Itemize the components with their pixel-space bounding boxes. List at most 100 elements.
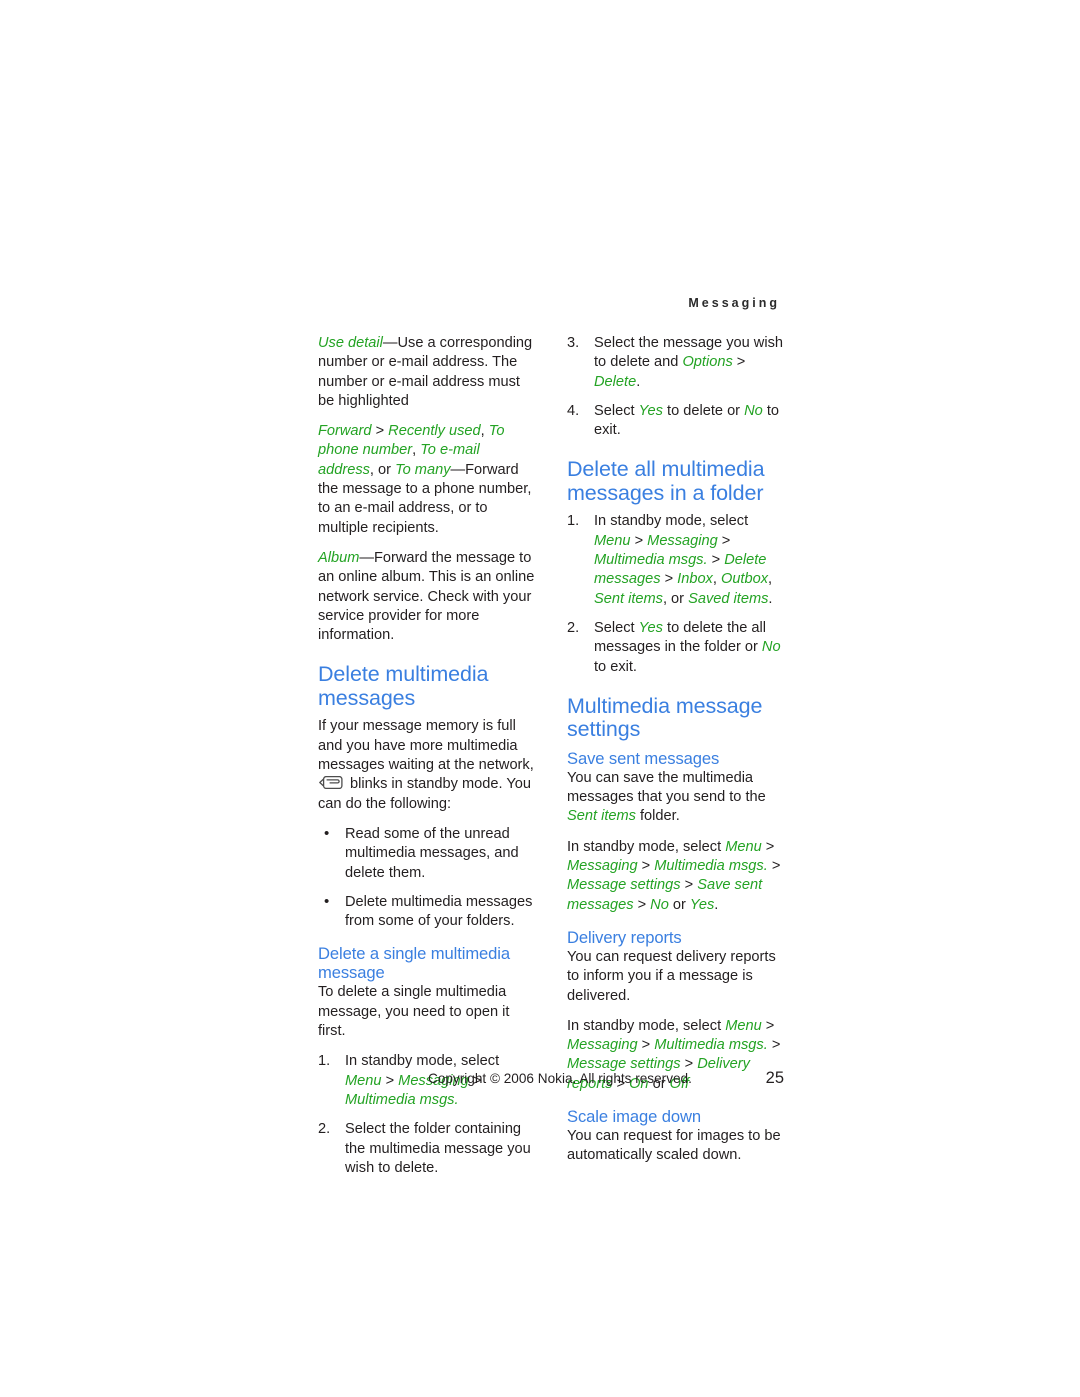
- step-text: Select the folder containing the multime…: [345, 1121, 531, 1176]
- body-text: >: [707, 552, 725, 569]
- step-text: Select Yes to delete the all messages in…: [594, 620, 781, 675]
- body-text: >: [660, 571, 678, 588]
- paragraph-delivery-reports-body: You can request delivery reports to info…: [567, 948, 776, 1004]
- body-text: >: [767, 858, 781, 875]
- step-item: 3. Select the message you wish to delete…: [567, 334, 784, 392]
- body-text: >: [680, 877, 698, 894]
- body-text: In standby mode, select: [345, 1053, 500, 1070]
- ui-string: Multimedia msgs.: [594, 552, 708, 569]
- body-text: , or: [662, 590, 689, 607]
- bullet-dot-icon: •: [324, 824, 330, 842]
- body-text: ,: [768, 571, 773, 588]
- paragraph-album: Album—Forward the message to an online a…: [318, 549, 535, 645]
- heading-multimedia-message-settings: Multimedia message settings: [567, 693, 763, 742]
- body-text: .: [768, 590, 773, 607]
- ui-string: No: [744, 402, 763, 419]
- heading-delete-multimedia-messages: Delete multimedia messages: [318, 662, 489, 710]
- paragraph-save-sent-messages-body: You can save the multimedia messages tha…: [567, 769, 784, 827]
- ui-string: Forward: [318, 423, 372, 440]
- list-item: • Read some of the unread multimedia mes…: [318, 825, 535, 883]
- ui-string: Messaging: [567, 1037, 638, 1054]
- body-text: >: [637, 858, 655, 875]
- bullet-dot-icon: •: [324, 892, 330, 910]
- body-text: In standby mode, select: [567, 1017, 726, 1034]
- ui-string: Delete: [594, 373, 637, 390]
- step-item: 4. Select Yes to delete or No to exit.: [567, 402, 784, 441]
- ui-string: Yes: [689, 896, 715, 913]
- ui-string: Options: [682, 354, 733, 371]
- step-item: 1. In standby mode, select Menu > Messag…: [567, 512, 784, 608]
- document-page: Messaging Use detail—Use a corresponding…: [0, 0, 1080, 1397]
- list-item: • Delete multimedia messages from some o…: [318, 893, 535, 932]
- list-delete-options: • Read some of the unread multimedia mes…: [318, 825, 535, 931]
- ui-string: Outbox: [720, 571, 769, 588]
- ui-string: Sent items: [567, 808, 636, 825]
- step-number: 2.: [318, 1121, 331, 1138]
- running-header: Messaging: [688, 296, 780, 310]
- ui-string: Recently used: [388, 423, 481, 440]
- ui-string: Multimedia msgs.: [345, 1091, 459, 1108]
- heading-delete-a-single-multimedia-message: Delete a single multimedia message: [318, 944, 511, 983]
- paragraph-delete-multimedia-intro: If your message memory is full and you h…: [318, 717, 535, 813]
- body-text: >: [761, 1017, 775, 1034]
- left-column: Use detail—Use a corresponding number or…: [318, 334, 535, 1178]
- list-item-label: Read some of the unread multimedia messa…: [345, 825, 519, 881]
- ui-string: Multimedia msgs.: [654, 858, 768, 875]
- heading-delivery-reports: Delivery reports: [567, 927, 682, 947]
- paragraph-forward: Forward > Recently used, To phone number…: [318, 422, 535, 538]
- body-text: to exit.: [594, 658, 637, 675]
- body-text: >: [637, 1037, 655, 1054]
- ui-string: Yes: [638, 619, 663, 636]
- heading-delete-all-multimedia-messages-in-a-folder: Delete all multimedia messages in a fold…: [567, 457, 765, 505]
- step-number: 4.: [567, 402, 580, 419]
- ui-string: No: [761, 639, 781, 656]
- body-text: .: [714, 896, 719, 913]
- paragraph-use-detail: Use detail—Use a corresponding number or…: [318, 334, 535, 411]
- body-text: In standby mode, select: [567, 838, 726, 855]
- body-text: You can save the multimedia messages tha…: [567, 769, 766, 806]
- ui-string: Yes: [638, 402, 663, 419]
- ui-string: Inbox: [677, 571, 713, 588]
- body-text: Select: [594, 402, 639, 419]
- steps-delete-all-in-folder: 1. In standby mode, select Menu > Messag…: [567, 512, 784, 676]
- body-text: .: [636, 373, 641, 390]
- step-number: 1.: [318, 1053, 331, 1070]
- steps-continued: 3. Select the message you wish to delete…: [567, 334, 784, 440]
- ui-string: Menu: [725, 1017, 762, 1034]
- step-number: 2.: [567, 619, 580, 636]
- heading-scale-image-down: Scale image down: [567, 1107, 701, 1127]
- step-item: 2. Select Yes to delete the all messages…: [567, 619, 784, 677]
- paragraph-scale-image-down-body: You can request for images to be automat…: [567, 1128, 781, 1164]
- step-text: Select Yes to delete or No to exit.: [594, 403, 779, 438]
- ui-string: Sent items: [594, 590, 663, 607]
- body-text: Select: [594, 619, 639, 636]
- body-text: >: [633, 896, 651, 913]
- body-text: >: [371, 423, 389, 440]
- list-item-label: Delete multimedia messages from some of …: [345, 893, 533, 930]
- ui-string: Use detail: [318, 335, 383, 351]
- ui-string: Multimedia msgs.: [654, 1037, 768, 1054]
- intro-text-before-icon: If your message memory is full and you h…: [318, 718, 534, 774]
- ui-string: Menu: [594, 532, 631, 549]
- right-column: 3. Select the message you wish to delete…: [567, 334, 784, 1166]
- ui-string: No: [650, 896, 669, 913]
- ui-string: Message settings: [567, 877, 681, 894]
- page-number: 25: [765, 1069, 784, 1087]
- intro-text-after-icon: blinks in standby mode. You can do the f…: [318, 776, 531, 812]
- message-envelope-icon: [319, 776, 343, 790]
- step-text: In standby mode, select Menu > Messaging…: [594, 513, 772, 606]
- body-text: to delete or: [662, 402, 745, 419]
- paragraph-delete-single-intro: To delete a single multimedia message, y…: [318, 984, 510, 1040]
- body-text: ,: [712, 571, 721, 588]
- ui-string: Album: [318, 549, 360, 566]
- step-item: 2. Select the folder containing the mult…: [318, 1120, 535, 1178]
- body-text: >: [717, 532, 731, 549]
- two-column-body: Use detail—Use a corresponding number or…: [318, 334, 784, 1178]
- body-text: ,: [480, 423, 489, 440]
- body-text: Select the folder containing the multime…: [345, 1121, 531, 1176]
- body-text: , or: [369, 461, 396, 478]
- page-footer: Copyright © 2006 Nokia. All rights reser…: [318, 1070, 784, 1087]
- body-text: >: [630, 532, 648, 549]
- heading-save-sent-messages: Save sent messages: [567, 748, 720, 768]
- body-text: In standby mode, select: [594, 513, 749, 530]
